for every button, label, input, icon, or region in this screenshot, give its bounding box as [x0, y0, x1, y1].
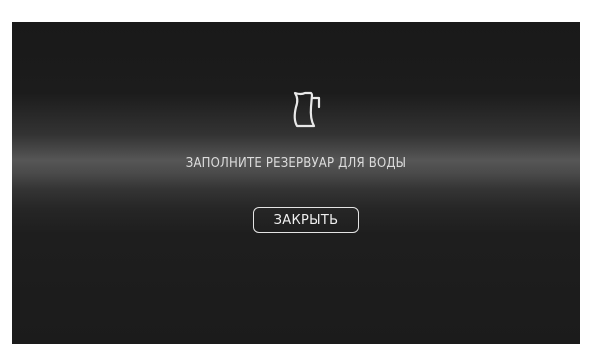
- display-screen: ЗАПОЛНИТЕ РЕЗЕРВУАР ДЛЯ ВОДЫ ЗАКРЫТЬ: [12, 22, 580, 344]
- close-button[interactable]: ЗАКРЫТЬ: [253, 207, 359, 233]
- pitcher-icon: [283, 85, 331, 133]
- refill-water-tank-message: ЗАПОЛНИТЕ РЕЗЕРВУАР ДЛЯ ВОДЫ: [185, 156, 407, 171]
